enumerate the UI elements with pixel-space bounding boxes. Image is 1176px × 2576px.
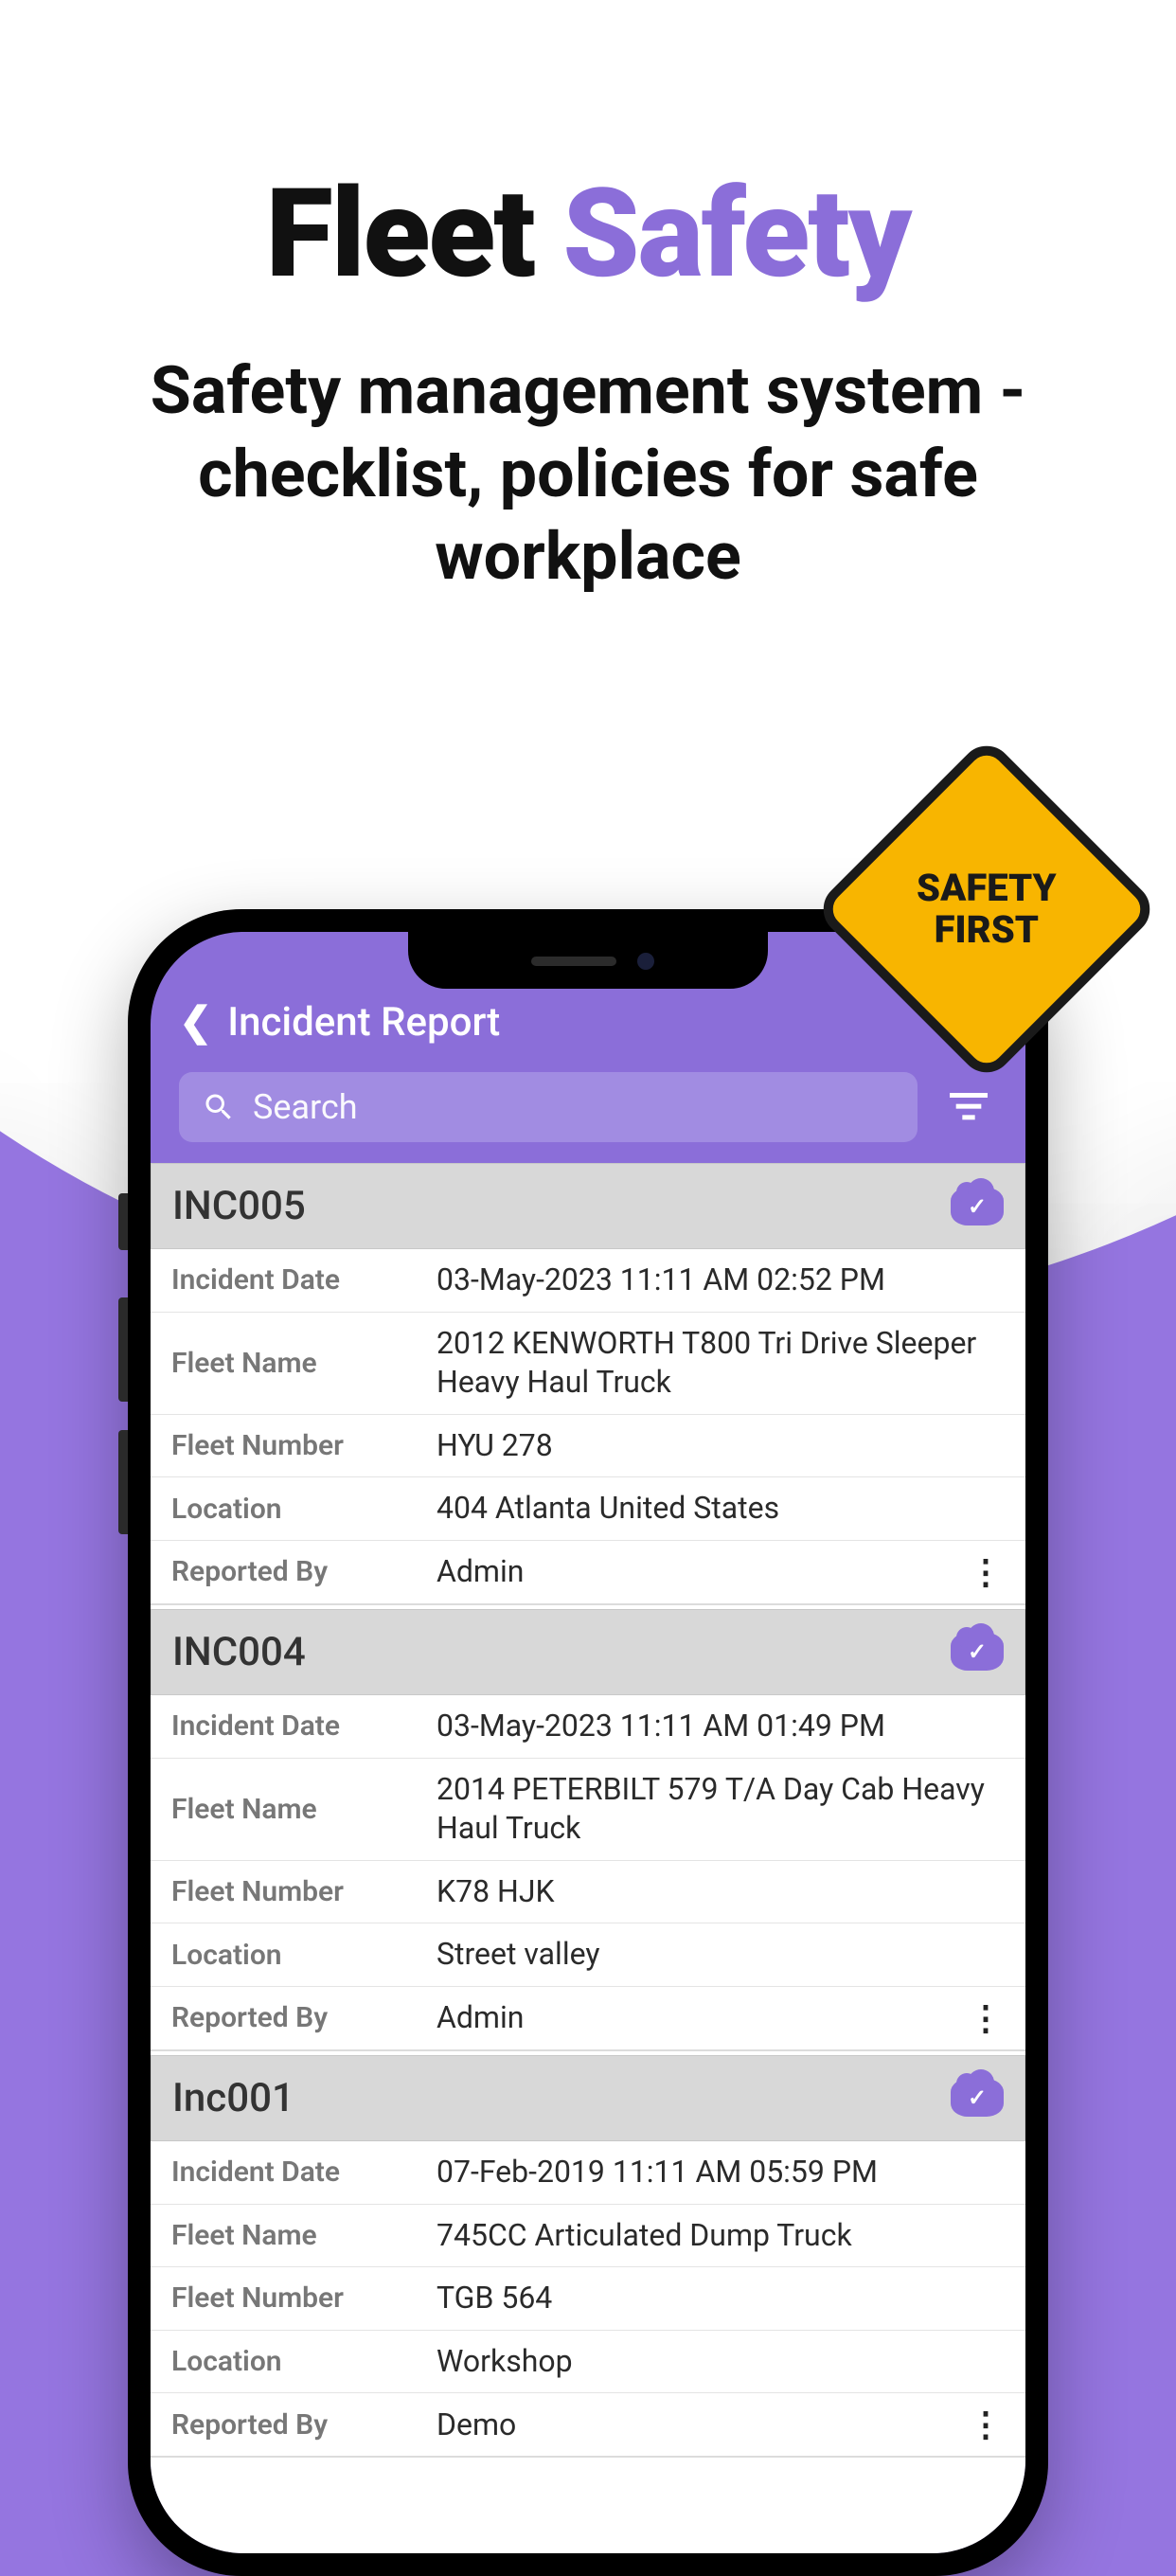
incident-card-header[interactable]: INC005 ✓ <box>151 1163 1025 1249</box>
table-row: Fleet Number K78 HJK <box>151 1861 1025 1924</box>
cloud-synced-icon: ✓ <box>951 1633 1004 1671</box>
table-row: Reported By Demo ⋮ <box>151 2393 1025 2458</box>
row-value: TGB 564 <box>437 2279 1005 2318</box>
incident-card-header[interactable]: Inc001 ✓ <box>151 2055 1025 2141</box>
table-row: Incident Date 07-Feb-2019 11:11 AM 05:59… <box>151 2141 1025 2205</box>
row-value: 404 Atlanta United States <box>437 1489 1005 1529</box>
safety-sign-line2: FIRST <box>917 909 1057 951</box>
row-label: Incident Date <box>171 1709 437 1743</box>
search-icon <box>202 1090 236 1124</box>
row-label: Fleet Number <box>171 1875 437 1908</box>
page-title: Incident Report <box>227 999 500 1046</box>
table-row: Location 404 Atlanta United States <box>151 1477 1025 1541</box>
row-value: 03-May-2023 11:11 AM 02:52 PM <box>437 1261 1005 1300</box>
phone-notch <box>408 932 768 989</box>
incident-id: Inc001 <box>172 2075 294 2121</box>
cloud-synced-icon: ✓ <box>951 1188 1004 1225</box>
incident-list[interactable]: INC005 ✓ Incident Date 03-May-2023 11:11… <box>151 1163 1025 2553</box>
incident-id: INC004 <box>172 1629 306 1675</box>
row-label: Fleet Number <box>171 1429 437 1462</box>
row-value: Admin <box>437 1552 967 1592</box>
filter-icon[interactable] <box>940 1093 997 1121</box>
row-value: Street valley <box>437 1935 1005 1975</box>
hero-title-black: Fleet <box>266 161 563 306</box>
row-label: Reported By <box>171 2001 437 2034</box>
table-row: Fleet Name 2012 KENWORTH T800 Tri Drive … <box>151 1313 1025 1415</box>
row-label: Reported By <box>171 2408 437 2442</box>
row-label: Incident Date <box>171 2156 437 2189</box>
more-icon[interactable]: ⋮ <box>967 1998 1005 2038</box>
table-row: Fleet Name 2014 PETERBILT 579 T/A Day Ca… <box>151 1759 1025 1861</box>
safety-sign-line1: SAFETY <box>917 868 1057 909</box>
incident-card[interactable]: INC005 ✓ Incident Date 03-May-2023 11:11… <box>151 1163 1025 1605</box>
row-value: 07-Feb-2019 11:11 AM 05:59 PM <box>437 2153 1005 2192</box>
phone-side-button <box>118 1193 128 1250</box>
search-row: Search <box>151 1063 1025 1163</box>
phone-side-button <box>118 1297 128 1402</box>
row-value: Admin <box>437 1998 967 2038</box>
row-label: Fleet Number <box>171 2281 437 2315</box>
row-label: Location <box>171 1939 437 1972</box>
row-value: Demo <box>437 2406 967 2445</box>
row-value: 2012 KENWORTH T800 Tri Drive Sleeper Hea… <box>437 1324 1005 1403</box>
incident-id: INC005 <box>172 1183 306 1229</box>
app-screen: ❮ Incident Report Search <box>151 932 1025 2553</box>
phone-side-button <box>118 1430 128 1534</box>
incident-card[interactable]: INC004 ✓ Incident Date 03-May-2023 11:11… <box>151 1609 1025 2051</box>
table-row: Reported By Admin ⋮ <box>151 1541 1025 1605</box>
cloud-synced-icon: ✓ <box>951 2079 1004 2117</box>
incident-card-header[interactable]: INC004 ✓ <box>151 1609 1025 1695</box>
row-value: HYU 278 <box>437 1426 1005 1466</box>
hero-subtitle: Safety management system - checklist, po… <box>76 350 1100 599</box>
table-row: Fleet Name 745CC Articulated Dump Truck <box>151 2205 1025 2268</box>
back-icon[interactable]: ❮ <box>179 998 212 1046</box>
row-label: Fleet Name <box>171 1347 437 1380</box>
hero-title: Fleet Safety <box>0 161 1176 306</box>
row-label: Fleet Name <box>171 1793 437 1826</box>
row-label: Reported By <box>171 1555 437 1588</box>
incident-card[interactable]: Inc001 ✓ Incident Date 07-Feb-2019 11:11… <box>151 2055 1025 2458</box>
table-row: Incident Date 03-May-2023 11:11 AM 02:52… <box>151 1249 1025 1313</box>
row-label: Fleet Name <box>171 2219 437 2252</box>
row-value: 2014 PETERBILT 579 T/A Day Cab Heavy Hau… <box>437 1770 1005 1849</box>
row-value: 03-May-2023 11:11 AM 01:49 PM <box>437 1707 1005 1746</box>
row-value: 745CC Articulated Dump Truck <box>437 2216 1005 2256</box>
hero-title-purple: Safety <box>562 161 910 306</box>
table-row: Location Street valley <box>151 1923 1025 1987</box>
more-icon[interactable]: ⋮ <box>967 1552 1005 1592</box>
row-value: Workshop <box>437 2342 1005 2382</box>
search-input[interactable]: Search <box>179 1072 918 1142</box>
search-placeholder: Search <box>253 1087 358 1127</box>
row-label: Location <box>171 1493 437 1526</box>
row-label: Incident Date <box>171 1263 437 1297</box>
table-row: Reported By Admin ⋮ <box>151 1987 1025 2051</box>
table-row: Fleet Number HYU 278 <box>151 1415 1025 1478</box>
phone-frame: ❮ Incident Report Search <box>128 909 1048 2576</box>
row-label: Location <box>171 2345 437 2378</box>
more-icon[interactable]: ⋮ <box>967 2405 1005 2444</box>
safety-first-sign: SAFETY FIRST <box>864 786 1110 1032</box>
table-row: Fleet Number TGB 564 <box>151 2267 1025 2331</box>
row-value: K78 HJK <box>437 1872 1005 1912</box>
table-row: Location Workshop <box>151 2331 1025 2394</box>
table-row: Incident Date 03-May-2023 11:11 AM 01:49… <box>151 1695 1025 1759</box>
